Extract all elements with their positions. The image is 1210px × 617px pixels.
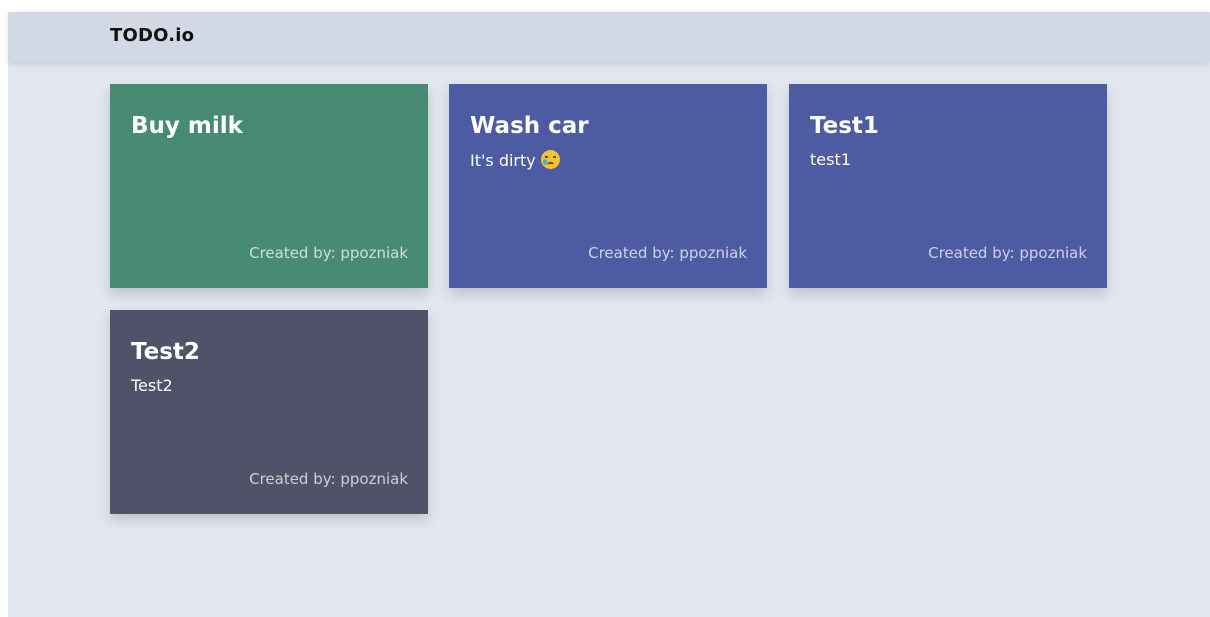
app-logo[interactable]: TODO.io	[110, 25, 194, 46]
todo-created-by: Created by: ppozniak	[588, 244, 747, 262]
todo-description: test1	[810, 150, 851, 169]
app-viewport: TODO.io Buy milk Created by: ppozniak Wa…	[8, 12, 1210, 617]
todo-title: Test2	[131, 339, 200, 365]
todo-description: It's dirty	[470, 151, 536, 170]
top-navbar: TODO.io	[8, 12, 1210, 62]
todo-card[interactable]: Buy milk Created by: ppozniak	[110, 84, 428, 288]
todo-description-row: It's dirty	[470, 150, 560, 171]
todo-description: Test2	[131, 376, 173, 395]
todo-card[interactable]: Test2 Test2 Created by: ppozniak	[110, 310, 428, 514]
todo-created-by: Created by: ppozniak	[249, 244, 408, 262]
todo-card[interactable]: Test1 test1 Created by: ppozniak	[789, 84, 1107, 288]
todo-created-by: Created by: ppozniak	[249, 470, 408, 488]
todo-card[interactable]: Wash car It's dirty Created by: ppozniak	[449, 84, 767, 288]
todo-created-by: Created by: ppozniak	[928, 244, 1087, 262]
sad-but-relieved-face-icon	[540, 150, 560, 169]
todo-title: Wash car	[470, 113, 589, 139]
todo-title: Test1	[810, 113, 879, 139]
todo-title: Buy milk	[131, 113, 243, 139]
